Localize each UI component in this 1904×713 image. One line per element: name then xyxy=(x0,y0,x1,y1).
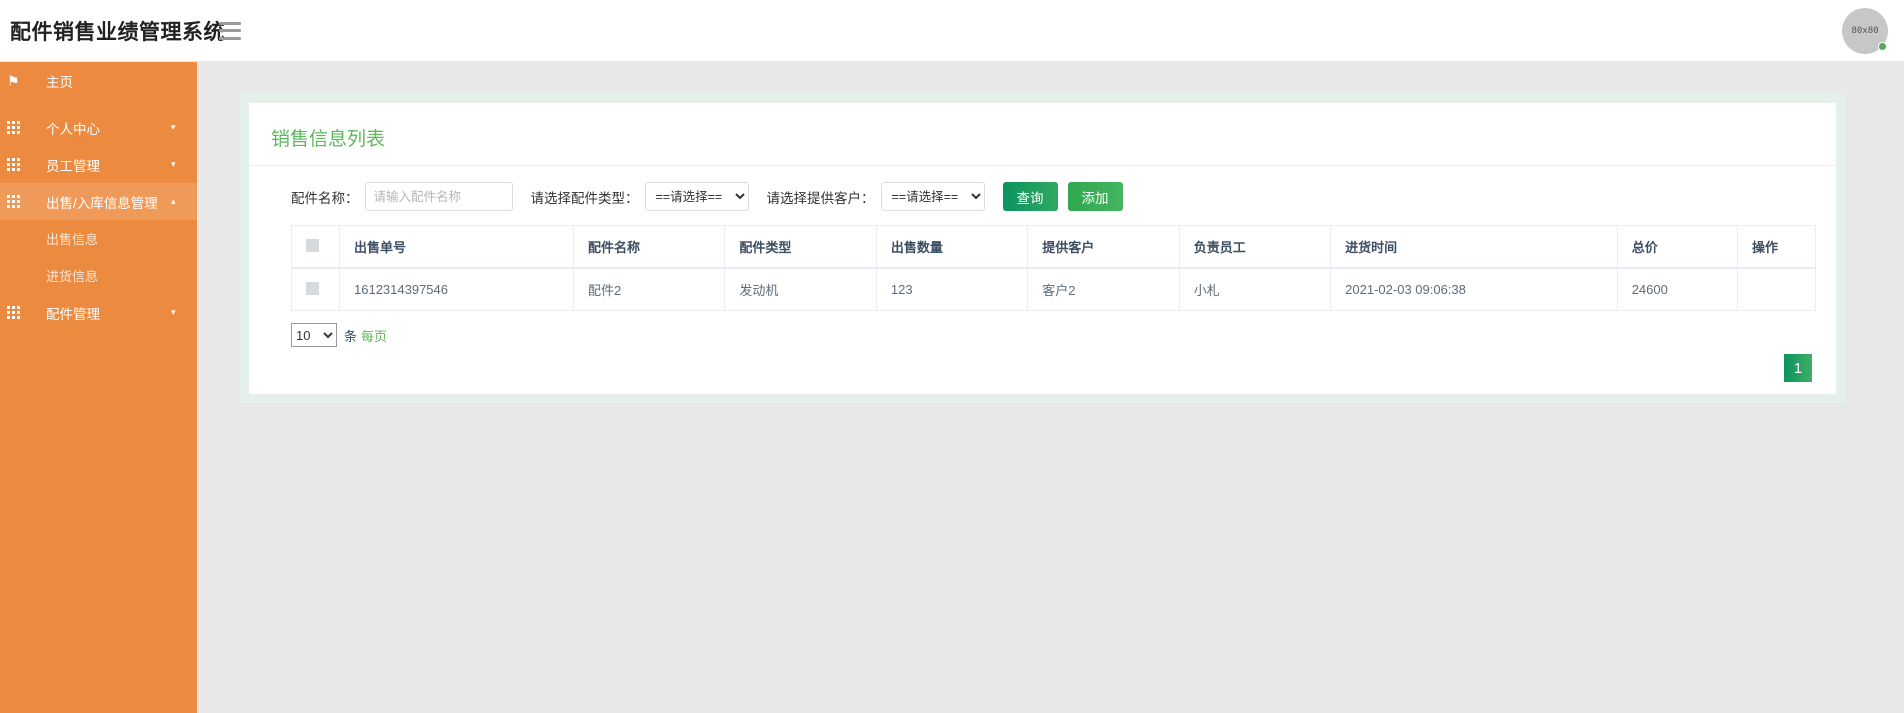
part-type-label: 请选择配件类型： xyxy=(530,190,639,206)
per-page-label: 每页 xyxy=(361,328,388,344)
part-name-label: 配件名称： xyxy=(291,190,359,206)
panel-wrapper: 销售信息列表 配件名称： 请选择配件类型： ==请选择== 请选择提供客户： =… xyxy=(240,94,1845,403)
sidebar-item-home[interactable]: ⚑ 主页 xyxy=(0,62,197,99)
sidebar-item-label: 配件管理 xyxy=(46,306,100,322)
customer-select[interactable]: ==请选择== xyxy=(880,182,985,211)
sidebar-item-label: 主页 xyxy=(46,74,73,90)
cell-order-no: 1612314397546 xyxy=(339,267,574,311)
customer-label: 请选择提供客户： xyxy=(766,190,875,206)
sidebar-subitem-purchase-info[interactable]: 进货信息 xyxy=(0,257,197,294)
page-button-1[interactable]: 1 xyxy=(1784,354,1812,382)
select-all-header xyxy=(291,225,340,269)
top-header-bar: 配件销售业绩管理系统 80x80 xyxy=(0,0,1904,62)
row-checkbox[interactable] xyxy=(306,281,319,295)
sidebar-item-label: 员工管理 xyxy=(46,158,100,174)
sidebar-item-sales-inventory-management[interactable]: 出售/入库信息管理 ▴ xyxy=(0,183,197,220)
column-header-part-type: 配件类型 xyxy=(724,225,877,269)
pagination-bar: 10 条 每页 xyxy=(269,311,1816,347)
column-header-quantity: 出售数量 xyxy=(875,225,1029,269)
sidebar-navigation: ⚑ 主页 个人中心 ▾ 员工管理 ▾ 出售/入库信息管理 ▴ 出售信息 进货信息… xyxy=(0,62,197,713)
sales-table: 出售单号 配件名称 配件类型 出售数量 提供客户 负责员工 进货时间 总价 操作 xyxy=(291,225,1816,311)
cell-total: 24600 xyxy=(1616,267,1739,311)
row-select-cell xyxy=(291,267,340,311)
grid-icon xyxy=(0,306,46,319)
nav-gap xyxy=(0,99,197,109)
chevron-down-icon: ▾ xyxy=(171,122,176,132)
avatar[interactable]: 80x80 xyxy=(1842,8,1888,54)
main-content-area: 销售信息列表 配件名称： 请选择配件类型： ==请选择== 请选择提供客户： =… xyxy=(197,62,1904,713)
column-header-time: 进货时间 xyxy=(1330,225,1618,269)
filter-toolbar: 配件名称： 请选择配件类型： ==请选择== 请选择提供客户： ==请选择== … xyxy=(269,166,1816,225)
column-header-total: 总价 xyxy=(1616,225,1739,269)
column-header-order-no: 出售单号 xyxy=(339,225,574,269)
sales-list-card: 销售信息列表 配件名称： 请选择配件类型： ==请选择== 请选择提供客户： =… xyxy=(249,103,1836,394)
table-row[interactable]: 1612314397546 配件2 发动机 123 客户2 小札 2021-02… xyxy=(291,267,1816,311)
column-header-employee: 负责员工 xyxy=(1178,225,1332,269)
pagination-pages: 1 xyxy=(1784,354,1812,382)
cell-operation xyxy=(1737,267,1816,311)
grid-icon xyxy=(0,121,46,134)
table-header: 出售单号 配件名称 配件类型 出售数量 提供客户 负责员工 进货时间 总价 操作 xyxy=(291,225,1816,269)
flag-icon: ⚑ xyxy=(7,72,20,89)
cell-employee: 小札 xyxy=(1178,267,1332,311)
column-header-operation: 操作 xyxy=(1737,225,1816,269)
sidebar-item-personal-center[interactable]: 个人中心 ▾ xyxy=(0,109,197,146)
sidebar-subitem-label: 进货信息 xyxy=(46,269,99,284)
grid-icon xyxy=(0,195,46,208)
page-title: 销售信息列表 xyxy=(249,103,1836,166)
part-name-input[interactable] xyxy=(364,182,513,211)
sidebar-subitem-sales-info[interactable]: 出售信息 xyxy=(0,220,197,257)
table-header-row: 出售单号 配件名称 配件类型 出售数量 提供客户 负责员工 进货时间 总价 操作 xyxy=(291,225,1816,269)
app-title: 配件销售业绩管理系统 xyxy=(10,20,225,44)
sidebar-item-employee-management[interactable]: 员工管理 ▾ xyxy=(0,146,197,183)
add-button[interactable]: 添加 xyxy=(1067,182,1123,211)
sidebar-subitem-label: 出售信息 xyxy=(46,232,99,247)
table-body: 1612314397546 配件2 发动机 123 客户2 小札 2021-02… xyxy=(291,267,1816,311)
chevron-down-icon: ▾ xyxy=(171,159,176,169)
cell-part-type: 发动机 xyxy=(724,267,877,311)
page-size-select[interactable]: 10 xyxy=(291,323,337,347)
column-header-customer: 提供客户 xyxy=(1027,225,1180,269)
sidebar-item-parts-management[interactable]: 配件管理 ▾ xyxy=(0,294,197,331)
select-all-checkbox[interactable] xyxy=(306,238,319,252)
cell-quantity: 123 xyxy=(875,267,1029,311)
hamburger-icon[interactable] xyxy=(219,21,241,40)
part-type-select[interactable]: ==请选择== xyxy=(644,182,749,211)
grid-icon xyxy=(0,158,46,171)
chevron-down-icon: ▾ xyxy=(171,307,176,317)
online-status-dot xyxy=(1878,42,1887,51)
cell-customer: 客户2 xyxy=(1027,267,1180,311)
cell-part-name: 配件2 xyxy=(572,267,726,311)
page-size-unit: 条 xyxy=(344,328,358,344)
column-header-part-name: 配件名称 xyxy=(572,225,726,269)
sidebar-item-label: 出售/入库信息管理 xyxy=(46,195,158,211)
sidebar-item-label: 个人中心 xyxy=(46,121,100,137)
query-button[interactable]: 查询 xyxy=(1002,182,1058,211)
cell-time: 2021-02-03 09:06:38 xyxy=(1330,267,1618,311)
chevron-up-icon: ▴ xyxy=(171,196,176,206)
